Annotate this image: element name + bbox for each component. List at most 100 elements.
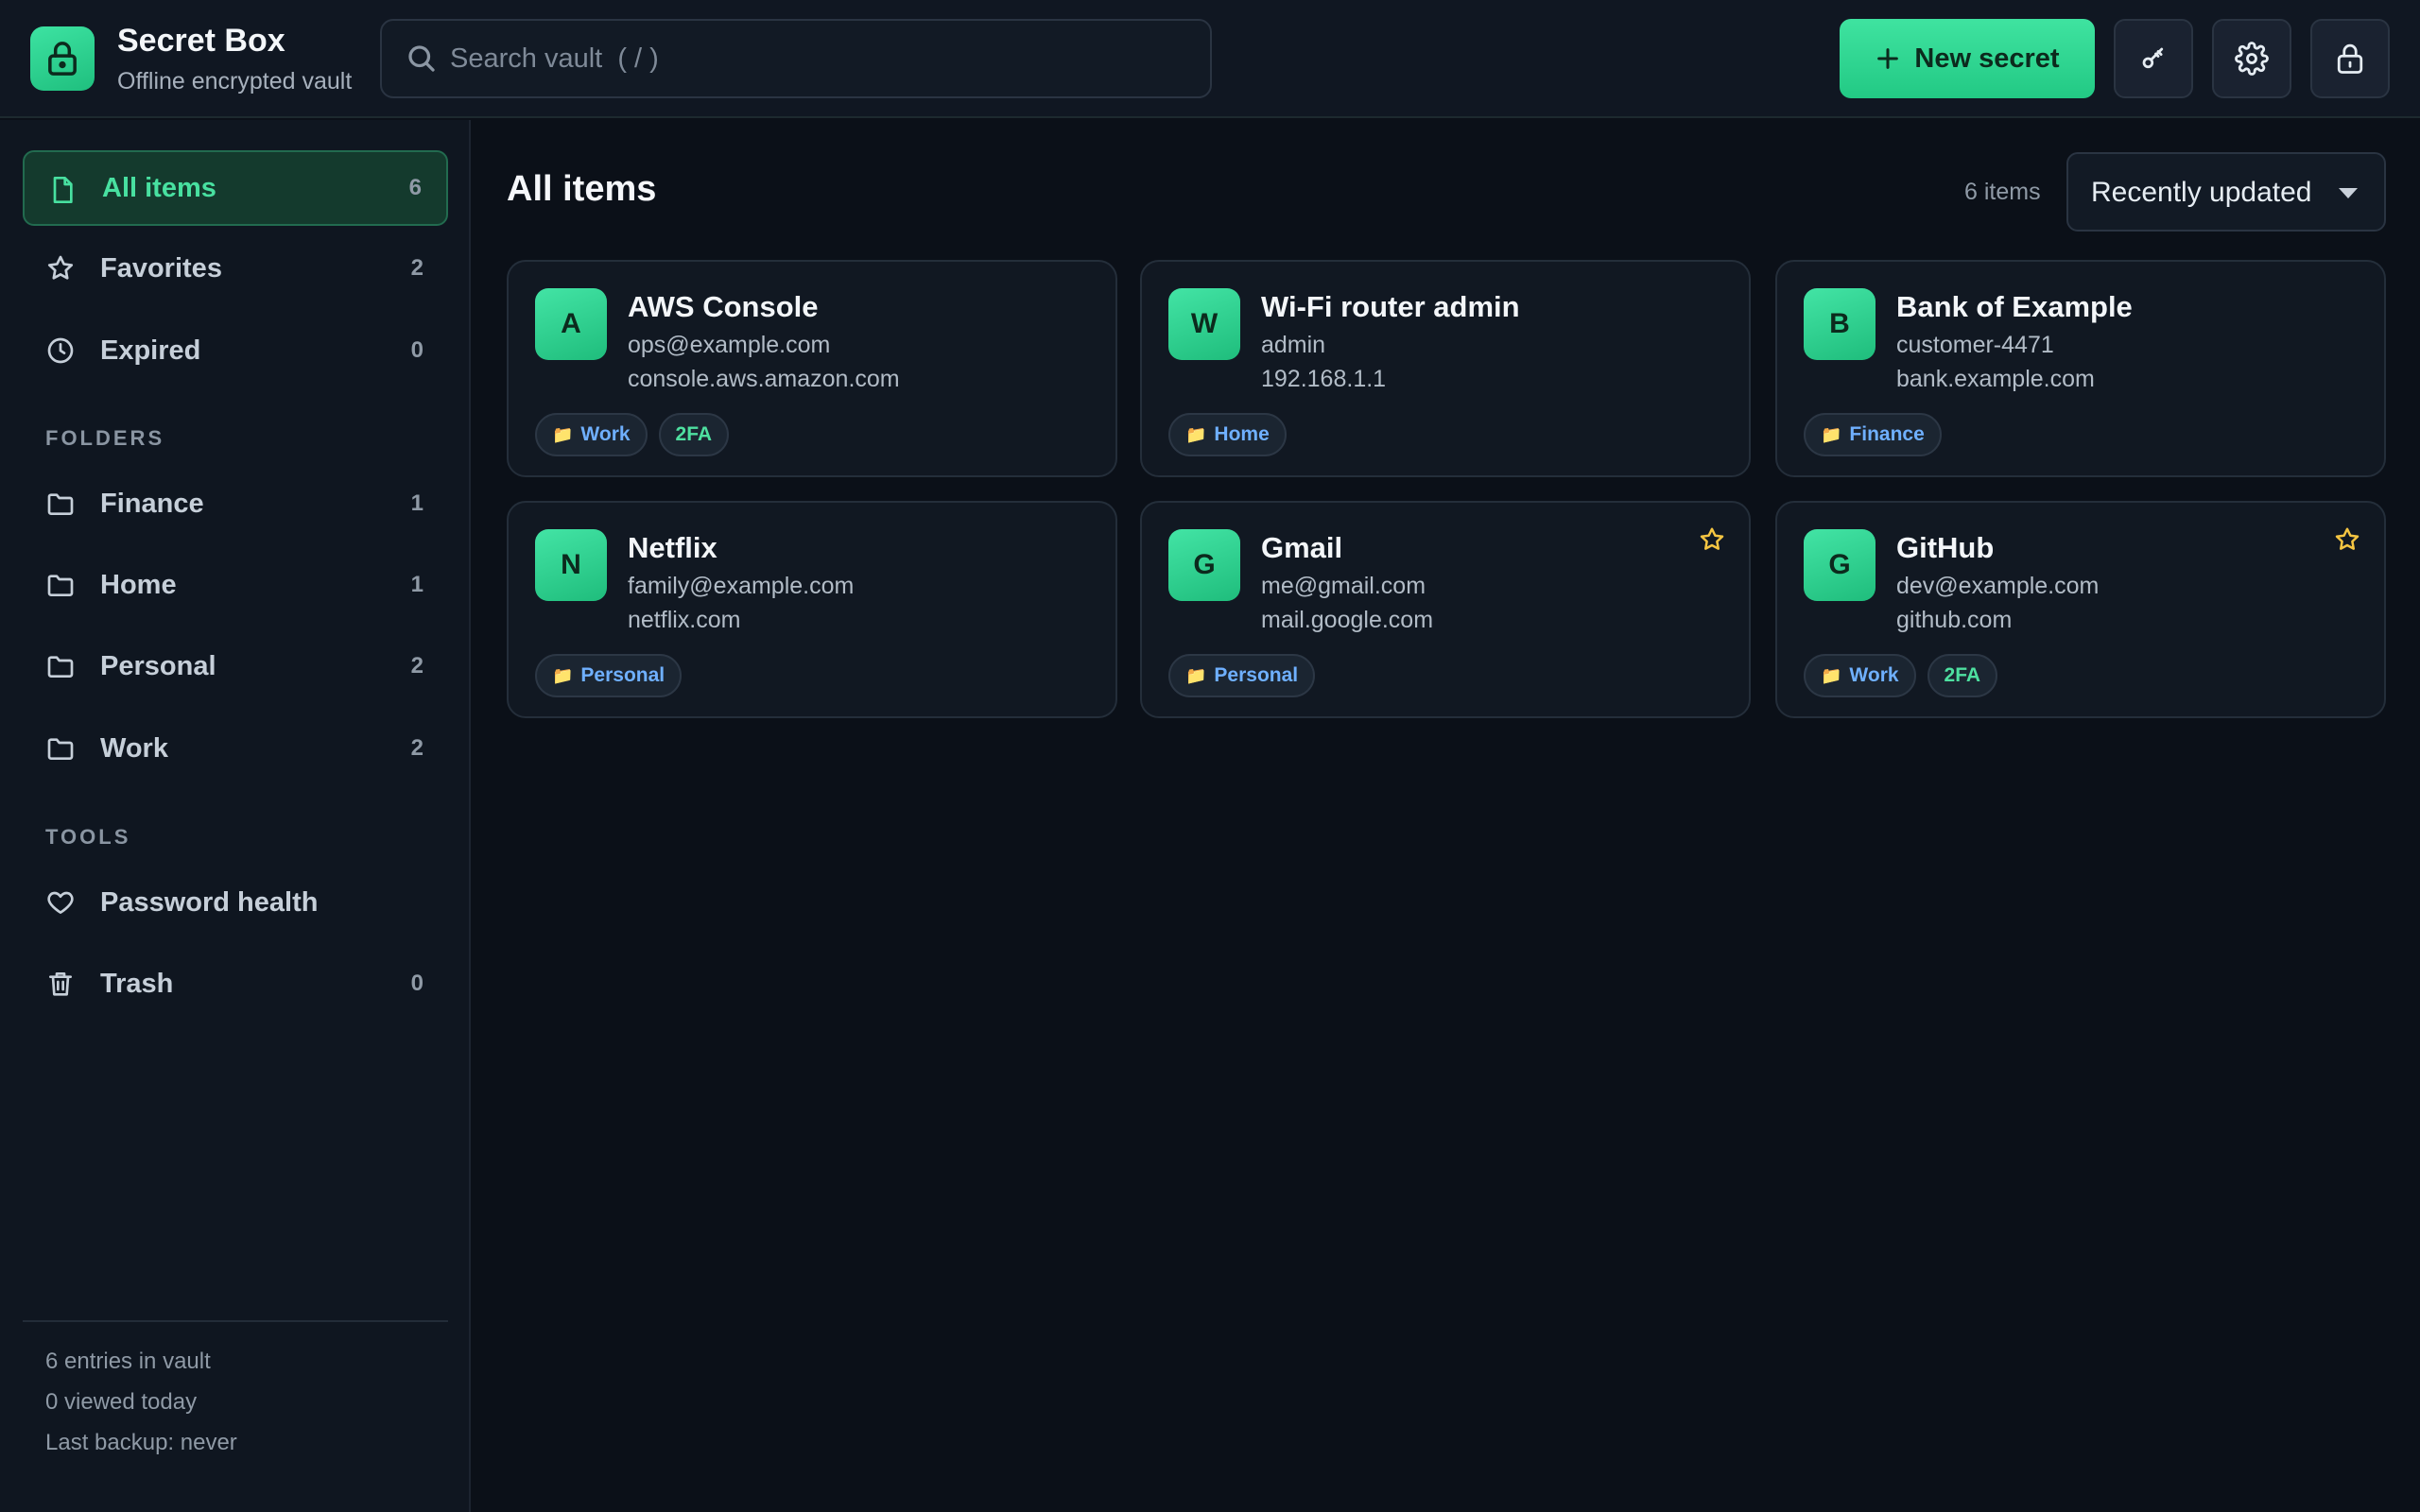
folder-icon: 📁	[552, 665, 574, 685]
sidebar-item-label: Finance	[100, 488, 204, 519]
tag-label: Finance	[1849, 423, 1925, 445]
sidebar-item-label: Personal	[100, 650, 216, 681]
folder-tag[interactable]: 📁 Work	[1804, 654, 1916, 697]
sidebar-item-count: 1	[410, 490, 424, 516]
sort-dropdown[interactable]: Recently updated	[2066, 152, 2386, 232]
settings-button[interactable]	[2212, 19, 2291, 98]
avatar: A	[535, 288, 607, 360]
top-bar: Secret Box Offline encrypted vault New s…	[0, 0, 2420, 118]
secret-card[interactable]: G GitHub dev@example.com github.com 📁 Wor…	[1775, 501, 2386, 718]
folder-icon	[47, 656, 74, 678]
folder-icon	[47, 493, 74, 515]
card-username: ops@example.com	[628, 332, 831, 358]
folder-icon	[47, 738, 74, 760]
secret-card[interactable]: N Netflix family@example.com netflix.com…	[507, 501, 1117, 718]
secret-card[interactable]: G Gmail me@gmail.com mail.google.com 📁 Pe…	[1140, 501, 1751, 718]
folder-tag[interactable]: 📁 Home	[1168, 413, 1287, 456]
avatar: W	[1168, 288, 1240, 360]
card-title: Wi-Fi router admin	[1261, 290, 1520, 323]
folder-tag[interactable]: 📁 Personal	[1168, 654, 1316, 697]
sidebar-divider	[23, 1320, 448, 1322]
card-title: Bank of Example	[1896, 290, 2133, 323]
folder-icon: 📁	[552, 424, 574, 444]
viewed-today-stat: 0 viewed today	[45, 1389, 198, 1415]
folder-tag[interactable]: 📁 Work	[535, 413, 648, 456]
sort-value: Recently updated	[2091, 177, 2312, 208]
page-title: All items	[507, 169, 657, 209]
sidebar-item-count: 1	[410, 572, 424, 597]
card-tags: 📁 Work 2FA	[535, 413, 730, 456]
star-icon	[47, 255, 74, 280]
card-url: console.aws.amazon.com	[628, 366, 900, 392]
tools-section-label: TOOLS	[45, 825, 131, 849]
logo	[30, 26, 95, 91]
search-input[interactable]	[450, 21, 1187, 96]
card-url: github.com	[1896, 607, 2013, 633]
vault-entries-stat: 6 entries in vault	[45, 1349, 211, 1374]
card-tags: 📁 Home	[1168, 413, 1287, 456]
sidebar-item-label: Favorites	[100, 252, 222, 284]
folder-icon: 📁	[1821, 424, 1842, 444]
secret-card[interactable]: W Wi-Fi router admin admin 192.168.1.1 📁…	[1140, 260, 1751, 477]
card-username: me@gmail.com	[1261, 573, 1426, 599]
folder-icon: 📁	[1185, 424, 1207, 444]
tag-label: 2FA	[1944, 664, 1981, 686]
card-title: AWS Console	[628, 290, 819, 323]
tag-label: Home	[1214, 423, 1270, 445]
clock-icon	[47, 337, 74, 364]
sidebar-item-label: Trash	[100, 968, 174, 999]
last-backup-stat: Last backup: never	[45, 1430, 237, 1455]
tag-label: Personal	[1214, 664, 1299, 686]
key-button[interactable]	[2114, 19, 2193, 98]
folder-tag[interactable]: 📁 Personal	[535, 654, 683, 697]
key-icon	[2142, 47, 2164, 69]
sidebar-item-personal[interactable]: Personal 2	[23, 628, 448, 704]
sidebar: All items 6 Favorites 2 Expired 0 FOLDER…	[0, 120, 471, 1512]
card-url: netflix.com	[628, 607, 741, 633]
card-title: GitHub	[1896, 531, 1995, 564]
card-tags: 📁 Finance	[1804, 413, 1942, 456]
sidebar-item-label: Expired	[100, 335, 201, 366]
card-url: 192.168.1.1	[1261, 366, 1387, 392]
star-icon[interactable]	[2333, 525, 2361, 554]
sidebar-item-count: 6	[408, 175, 422, 200]
avatar: G	[1804, 529, 1876, 601]
sidebar-item-label: All items	[102, 172, 216, 203]
folder-tag[interactable]: 📁 Finance	[1804, 413, 1942, 456]
sidebar-item-expired[interactable]: Expired 0	[23, 313, 448, 388]
secret-card[interactable]: A AWS Console ops@example.com console.aw…	[507, 260, 1117, 477]
new-secret-label: New secret	[1914, 43, 2060, 74]
avatar: N	[535, 529, 607, 601]
sidebar-item-count: 2	[410, 653, 424, 679]
file-icon	[53, 177, 73, 203]
lock-icon	[48, 42, 77, 76]
avatar: G	[1168, 529, 1240, 601]
sidebar-item-count: 0	[410, 971, 424, 996]
card-username: family@example.com	[628, 573, 855, 599]
search-box[interactable]	[380, 19, 1212, 98]
sidebar-item-finance[interactable]: Finance 1	[23, 466, 448, 541]
sidebar-item-work[interactable]: Work 2	[23, 711, 448, 786]
gear-icon	[2235, 42, 2269, 76]
twofa-tag: 2FA	[1927, 654, 1998, 697]
chevron-down-icon	[2339, 188, 2358, 198]
search-icon	[408, 45, 435, 72]
card-url: bank.example.com	[1896, 366, 2095, 392]
tag-label: Work	[1849, 664, 1899, 686]
new-secret-button[interactable]: New secret	[1840, 19, 2095, 98]
sidebar-item-password-health[interactable]: Password health	[23, 865, 448, 940]
sidebar-item-count: 2	[410, 255, 424, 281]
sidebar-item-home[interactable]: Home 1	[23, 547, 448, 623]
sidebar-item-label: Password health	[100, 886, 319, 918]
main-content: All items 6 items Recently updated A AWS…	[473, 120, 2420, 1512]
sidebar-item-all-items[interactable]: All items 6	[23, 150, 448, 226]
star-icon[interactable]	[1698, 525, 1726, 554]
card-title: Gmail	[1261, 531, 1343, 564]
sidebar-item-trash[interactable]: Trash 0	[23, 946, 448, 1022]
trash-icon	[49, 972, 72, 996]
lock-vault-button[interactable]	[2310, 19, 2390, 98]
plus-icon	[1877, 48, 1899, 69]
sidebar-item-label: Home	[100, 569, 177, 600]
secret-card[interactable]: B Bank of Example customer-4471 bank.exa…	[1775, 260, 2386, 477]
sidebar-item-favorites[interactable]: Favorites 2	[23, 231, 448, 306]
